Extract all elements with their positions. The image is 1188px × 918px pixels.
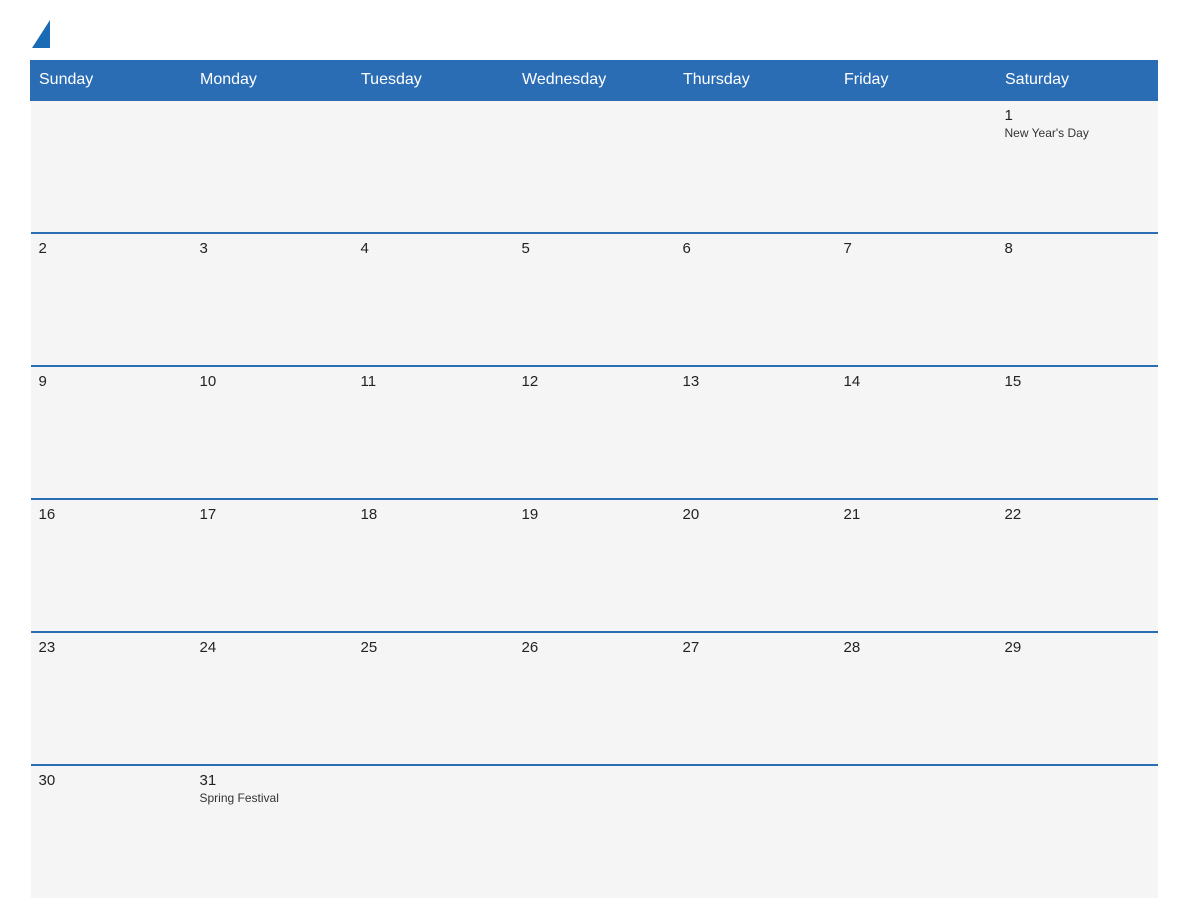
calendar-cell: 15 [997, 366, 1158, 499]
date-number: 12 [522, 373, 667, 390]
weekday-saturday: Saturday [997, 61, 1158, 101]
calendar-week-5: 23 24 25 26 27 28 29 [31, 632, 1158, 765]
calendar-cell: 28 [836, 632, 997, 765]
date-number: 24 [200, 639, 345, 656]
calendar-cell [514, 100, 675, 233]
calendar-cell: 10 [192, 366, 353, 499]
date-number: 2 [39, 240, 184, 257]
weekday-tuesday: Tuesday [353, 61, 514, 101]
date-number: 4 [361, 240, 506, 257]
calendar-cell [836, 765, 997, 898]
calendar-week-4: 16 17 18 19 20 21 22 [31, 499, 1158, 632]
calendar-cell [353, 100, 514, 233]
calendar-cell: 8 [997, 233, 1158, 366]
calendar-cell: 29 [997, 632, 1158, 765]
event-label: New Year's Day [1005, 126, 1150, 140]
date-number: 11 [361, 373, 506, 390]
calendar-cell: 2 [31, 233, 192, 366]
date-number: 15 [1005, 373, 1150, 390]
calendar-cell: 13 [675, 366, 836, 499]
date-number: 19 [522, 506, 667, 523]
date-number: 18 [361, 506, 506, 523]
date-number: 22 [1005, 506, 1150, 523]
calendar-cell [997, 765, 1158, 898]
calendar-page: SundayMondayTuesdayWednesdayThursdayFrid… [0, 0, 1188, 918]
calendar-cell: 20 [675, 499, 836, 632]
calendar-cell: 3 [192, 233, 353, 366]
logo-triangle-icon [32, 20, 50, 48]
calendar-cell: 14 [836, 366, 997, 499]
date-number: 21 [844, 506, 989, 523]
calendar-cell: 30 [31, 765, 192, 898]
weekday-wednesday: Wednesday [514, 61, 675, 101]
date-number: 5 [522, 240, 667, 257]
calendar-cell: 27 [675, 632, 836, 765]
date-number: 27 [683, 639, 828, 656]
calendar-cell [353, 765, 514, 898]
calendar-cell: 4 [353, 233, 514, 366]
calendar-cell: 31 Spring Festival [192, 765, 353, 898]
date-number: 8 [1005, 240, 1150, 257]
calendar-cell: 6 [675, 233, 836, 366]
calendar-cell: 23 [31, 632, 192, 765]
weekday-header-row: SundayMondayTuesdayWednesdayThursdayFrid… [31, 61, 1158, 101]
weekday-friday: Friday [836, 61, 997, 101]
weekday-sunday: Sunday [31, 61, 192, 101]
date-number: 25 [361, 639, 506, 656]
calendar-week-6: 30 31 Spring Festival [31, 765, 1158, 898]
date-number: 3 [200, 240, 345, 257]
calendar-cell: 19 [514, 499, 675, 632]
date-number: 30 [39, 772, 184, 789]
calendar-cell: 5 [514, 233, 675, 366]
calendar-cell: 22 [997, 499, 1158, 632]
calendar-cell: 9 [31, 366, 192, 499]
calendar-week-2: 2345678 [31, 233, 1158, 366]
calendar-cell [192, 100, 353, 233]
calendar-cell [675, 765, 836, 898]
calendar-cell: 26 [514, 632, 675, 765]
calendar-table: SundayMondayTuesdayWednesdayThursdayFrid… [30, 60, 1158, 898]
date-number: 26 [522, 639, 667, 656]
date-number: 9 [39, 373, 184, 390]
calendar-week-1: 1 New Year's Day [31, 100, 1158, 233]
date-number: 31 [200, 772, 345, 789]
calendar-cell [836, 100, 997, 233]
calendar-cell [514, 765, 675, 898]
date-number: 20 [683, 506, 828, 523]
date-number: 16 [39, 506, 184, 523]
date-number: 23 [39, 639, 184, 656]
date-number: 28 [844, 639, 989, 656]
calendar-cell: 24 [192, 632, 353, 765]
page-header [30, 20, 1158, 50]
calendar-cell: 25 [353, 632, 514, 765]
calendar-week-3: 9 10 11 12 13 14 15 [31, 366, 1158, 499]
calendar-cell: 17 [192, 499, 353, 632]
date-number: 29 [1005, 639, 1150, 656]
date-number: 7 [844, 240, 989, 257]
calendar-cell: 21 [836, 499, 997, 632]
calendar-cell: 12 [514, 366, 675, 499]
calendar-cell: 18 [353, 499, 514, 632]
calendar-cell: 7 [836, 233, 997, 366]
date-number: 13 [683, 373, 828, 390]
date-number: 10 [200, 373, 345, 390]
calendar-cell: 1 New Year's Day [997, 100, 1158, 233]
date-number: 14 [844, 373, 989, 390]
calendar-cell: 16 [31, 499, 192, 632]
weekday-thursday: Thursday [675, 61, 836, 101]
event-label: Spring Festival [200, 791, 345, 805]
logo [30, 20, 54, 50]
date-number: 17 [200, 506, 345, 523]
date-number: 6 [683, 240, 828, 257]
calendar-cell [31, 100, 192, 233]
calendar-cell [675, 100, 836, 233]
date-number: 1 [1005, 107, 1150, 124]
calendar-cell: 11 [353, 366, 514, 499]
weekday-monday: Monday [192, 61, 353, 101]
